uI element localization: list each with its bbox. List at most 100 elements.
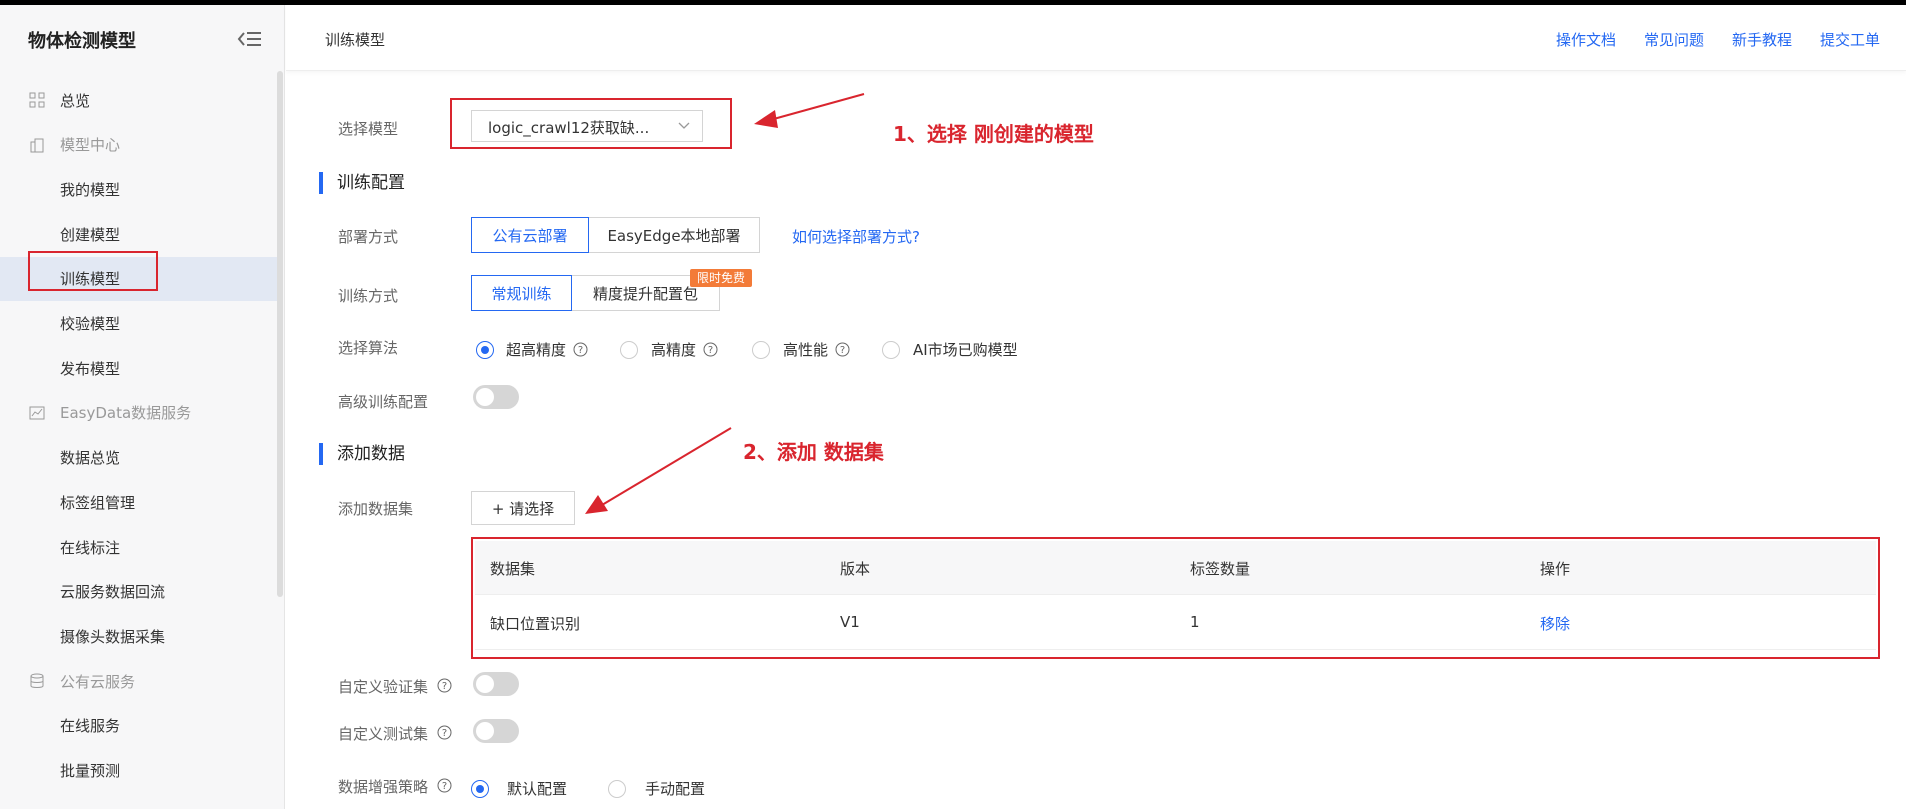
sidebar-item[interactable]: 校验模型 <box>0 302 277 346</box>
col-header-label-count: 标签数量 <box>1190 560 1251 578</box>
table-header: 数据集 版本 标签数量 操作 <box>475 541 1876 595</box>
augment-radio-default[interactable] <box>471 780 489 798</box>
svg-text:?: ? <box>442 781 447 792</box>
deploy-help-link[interactable]: 如何选择部署方式? <box>792 226 920 247</box>
sidebar-item-label: 在线服务 <box>60 717 121 736</box>
custom-test-label: 自定义测试集 <box>338 725 429 743</box>
sidebar-item[interactable]: 发布模型 <box>0 346 277 390</box>
sidebar-item[interactable]: 在线标注 <box>0 525 277 569</box>
dataset-table: 数据集 版本 标签数量 操作 缺口位置识别 V1 1 移除 <box>471 537 1880 659</box>
sidebar-item[interactable]: EasyData数据服务 <box>0 391 277 435</box>
sidebar-item-label: 我的模型 <box>60 180 121 199</box>
algo-radio-ultra[interactable] <box>476 341 494 359</box>
sidebar-item[interactable]: 云服务数据回流 <box>0 570 277 614</box>
ticket-link[interactable]: 提交工单 <box>1820 29 1880 50</box>
docs-link[interactable]: 操作文档 <box>1556 29 1616 50</box>
svg-text:?: ? <box>442 728 447 739</box>
cell-version: V1 <box>840 613 860 631</box>
sidebar-item[interactable]: 模型中心 <box>0 123 277 167</box>
col-header-dataset: 数据集 <box>490 560 536 578</box>
sidebar-item[interactable]: 创建模型 <box>0 212 277 256</box>
algo-label-high: 高精度 <box>651 341 697 359</box>
col-header-version: 版本 <box>840 560 871 578</box>
sidebar-item-label: 云服务数据回流 <box>60 583 166 602</box>
sidebar-item-label: 发布模型 <box>60 359 121 378</box>
algo-label-market: AI市场已购模型 <box>913 341 1018 359</box>
svg-text:?: ? <box>578 345 583 356</box>
deploy-option-cloud[interactable]: 公有云部署 <box>471 217 589 253</box>
train-method-label: 训练方式 <box>338 287 399 305</box>
active-item-highlight-box <box>28 251 158 291</box>
sidebar-scrollbar[interactable] <box>277 71 283 597</box>
custom-val-toggle[interactable] <box>473 672 519 696</box>
tutorial-link[interactable]: 新手教程 <box>1732 29 1792 50</box>
sidebar-item[interactable]: 总览 <box>0 78 277 122</box>
help-icon[interactable]: ? <box>835 342 850 357</box>
add-dataset-button[interactable]: + 请选择 <box>471 491 575 525</box>
help-icon[interactable]: ? <box>437 778 452 793</box>
sidebar-item[interactable]: 数据总览 <box>0 436 277 480</box>
sidebar-item-label: 总览 <box>60 91 91 110</box>
sidebar-item-label: 公有云服务 <box>60 672 136 691</box>
sidebar-item[interactable]: 在线服务 <box>0 704 277 748</box>
chevron-down-icon <box>678 122 690 129</box>
algo-radio-performance[interactable] <box>752 341 770 359</box>
cell-dataset: 缺口位置识别 <box>490 615 581 633</box>
sidebar-item-label: EasyData数据服务 <box>60 404 192 423</box>
sidebar-item[interactable]: 标签组管理 <box>0 480 277 524</box>
svg-text:?: ? <box>442 681 447 692</box>
building-icon <box>29 137 45 153</box>
help-icon[interactable]: ? <box>437 725 452 740</box>
svg-text:?: ? <box>708 345 713 356</box>
cell-label-count: 1 <box>1190 613 1200 631</box>
deploy-label: 部署方式 <box>338 228 399 246</box>
sidebar-item-label: 创建模型 <box>60 225 121 244</box>
remove-link[interactable]: 移除 <box>1540 613 1570 634</box>
sidebar-item-label: 数据总览 <box>60 449 121 468</box>
sidebar-item-label: 批量预测 <box>60 762 121 780</box>
main-content: 训练模型 操作文档 常见问题 新手教程 提交工单 选择模型 logic_craw… <box>286 5 1906 809</box>
deploy-option-easyedge[interactable]: EasyEdge本地部署 <box>589 217 760 253</box>
add-data-title: 添加数据 <box>319 443 405 465</box>
custom-val-label: 自定义验证集 <box>338 678 429 696</box>
help-icon[interactable]: ? <box>437 678 452 693</box>
annotation-step2: 2、添加 数据集 <box>743 440 884 464</box>
header-links: 操作文档 常见问题 新手教程 提交工单 <box>1556 29 1880 50</box>
train-option-regular[interactable]: 常规训练 <box>471 275 572 311</box>
augment-label-manual: 手动配置 <box>645 780 706 798</box>
sidebar-item[interactable]: 摄像头数据采集 <box>0 614 277 658</box>
train-config-title: 训练配置 <box>319 172 405 194</box>
sidebar-item-label: 在线标注 <box>60 538 121 557</box>
model-select[interactable]: logic_crawl12获取缺... <box>471 110 703 142</box>
dataset-label: 添加数据集 <box>338 500 414 518</box>
algo-radio-high[interactable] <box>620 341 638 359</box>
sidebar-item[interactable]: 公有云服务 <box>0 659 277 703</box>
model-label: 选择模型 <box>338 120 399 138</box>
sidebar-item[interactable]: 批量预测 <box>0 749 277 793</box>
col-header-action: 操作 <box>1540 560 1571 578</box>
sidebar-item-label: 模型中心 <box>60 136 121 155</box>
advanced-config-toggle[interactable] <box>473 385 519 409</box>
sidebar-title: 物体检测模型 <box>28 31 136 52</box>
database-icon <box>29 673 45 689</box>
sidebar-item[interactable]: 我的模型 <box>0 167 277 211</box>
sidebar-item-label: 摄像头数据采集 <box>60 627 166 646</box>
custom-test-toggle[interactable] <box>473 719 519 743</box>
help-icon[interactable]: ? <box>703 342 718 357</box>
page-title: 训练模型 <box>325 31 386 49</box>
help-icon[interactable]: ? <box>573 342 588 357</box>
augment-radio-manual[interactable] <box>608 780 626 798</box>
faq-link[interactable]: 常见问题 <box>1644 29 1704 50</box>
deploy-selector: 公有云部署 EasyEdge本地部署 <box>471 217 760 253</box>
collapse-menu-icon[interactable] <box>236 29 262 49</box>
algo-label: 选择算法 <box>338 339 399 357</box>
train-method-selector: 常规训练 精度提升配置包 <box>471 275 720 311</box>
sidebar: 物体检测模型 总览 模型中心 我的模型 创建模型 训练模型 校验模型 发布模型 EasyDat… <box>0 5 285 809</box>
annotation-step1: 1、选择 刚创建的模型 <box>893 122 1094 146</box>
free-badge: 限时免费 <box>690 269 752 287</box>
algo-radio-market[interactable] <box>882 341 900 359</box>
advanced-config-label: 高级训练配置 <box>338 393 429 411</box>
sidebar-item-label: 校验模型 <box>60 315 121 333</box>
algo-label-performance: 高性能 <box>783 341 829 359</box>
augment-label: 数据增强策略 <box>338 778 429 796</box>
